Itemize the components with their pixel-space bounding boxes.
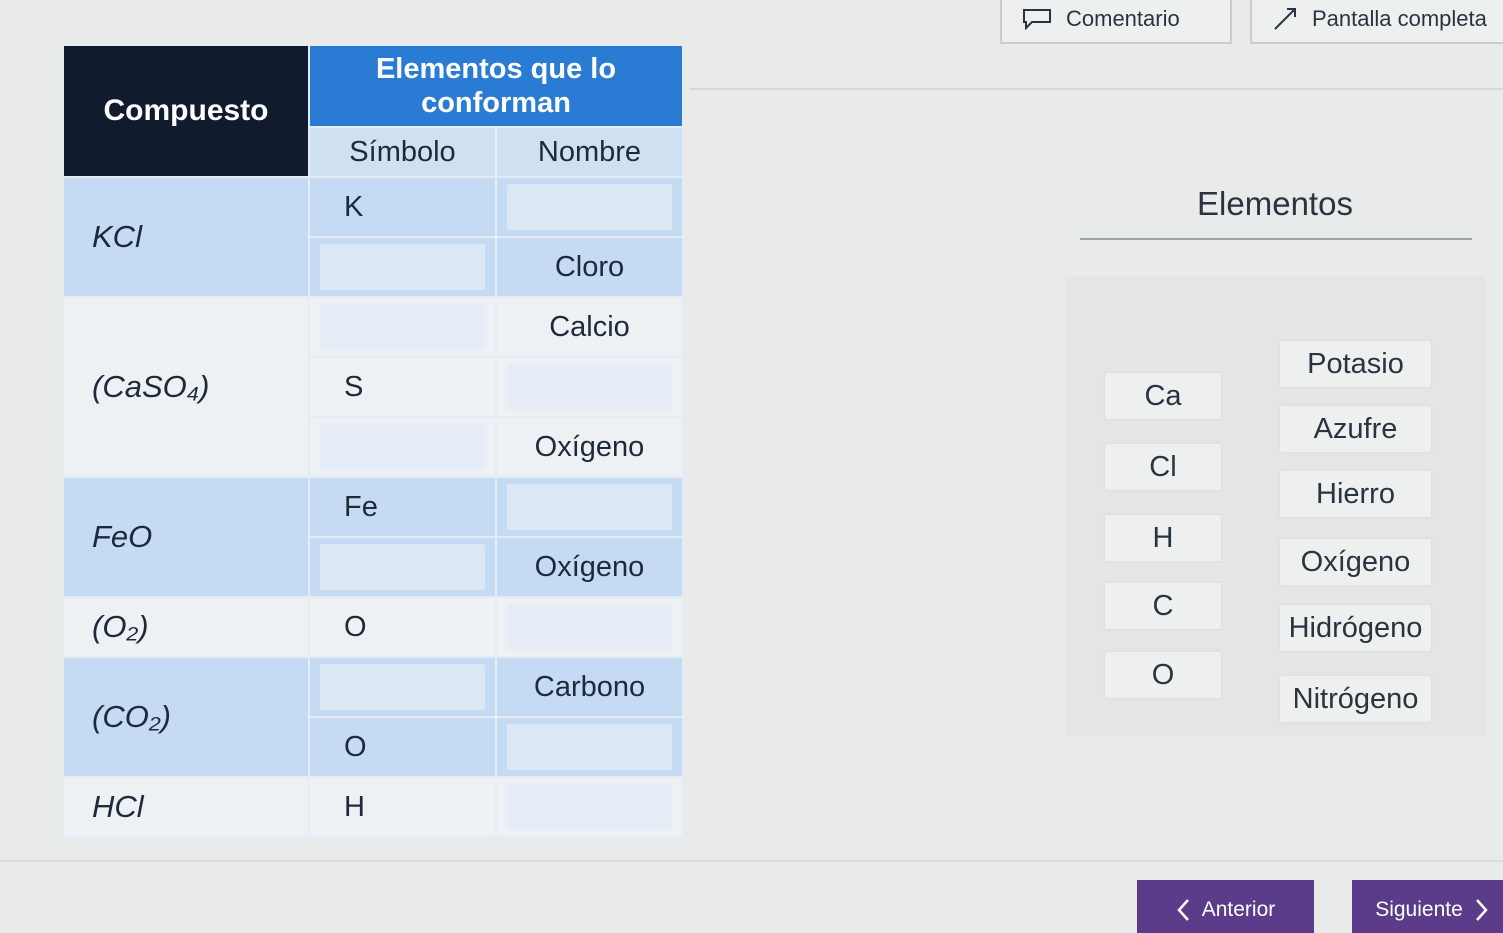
symbol-cell: O: [308, 596, 497, 658]
chevron-right-icon: [1475, 898, 1489, 922]
previous-label: Anterior: [1201, 898, 1276, 921]
chip-name-nitrogeno[interactable]: Nitrógeno: [1278, 674, 1433, 724]
name-cell: Oxígeno: [495, 416, 684, 478]
chip-symbol-h[interactable]: H: [1103, 513, 1223, 563]
name-cell: Oxígeno: [495, 536, 684, 598]
header-name: Nombre: [495, 126, 684, 178]
chip-name-hidrogeno[interactable]: Hidrógeno: [1278, 603, 1433, 653]
name-cell: Calcio: [495, 296, 684, 358]
fullscreen-button[interactable]: Pantalla completa: [1250, 0, 1503, 44]
next-button[interactable]: Siguiente: [1352, 880, 1503, 933]
next-label: Siguiente: [1375, 898, 1463, 921]
expand-icon: [1272, 6, 1298, 32]
chip-symbol-ca[interactable]: Ca: [1103, 371, 1223, 421]
table-row: (CO₂) Carbono: [62, 656, 684, 778]
table-row: KCl K: [62, 176, 684, 298]
comment-label: Comentario: [1066, 6, 1180, 31]
previous-button[interactable]: Anterior: [1137, 880, 1314, 933]
name-cell: Carbono: [495, 656, 684, 718]
compound-cell: FeO: [62, 476, 310, 598]
compound-cell: (O₂): [62, 596, 310, 658]
name-drop-slot[interactable]: [495, 176, 684, 238]
comment-icon: [1022, 8, 1052, 30]
chevron-left-icon: [1176, 898, 1190, 922]
name-drop-slot[interactable]: [495, 596, 684, 658]
compound-cell: KCl: [62, 176, 310, 298]
header-symbol: Símbolo: [308, 126, 497, 178]
table-row: HCl H: [62, 776, 684, 838]
header-compound: Compuesto: [62, 44, 310, 178]
compound-cell: (CO₂): [62, 656, 310, 778]
comment-button[interactable]: Comentario: [1000, 0, 1232, 44]
name-drop-slot[interactable]: [495, 356, 684, 418]
chip-symbol-cl[interactable]: Cl: [1103, 442, 1223, 492]
fullscreen-label: Pantalla completa: [1312, 6, 1487, 31]
top-toolbar: Comentario Pantalla completa: [0, 0, 1503, 46]
chip-symbol-o[interactable]: O: [1103, 650, 1223, 700]
top-divider: [690, 88, 1503, 90]
chip-name-oxigeno[interactable]: Oxígeno: [1278, 537, 1433, 587]
chip-name-potasio[interactable]: Potasio: [1278, 339, 1433, 389]
symbol-cell: S: [308, 356, 497, 418]
bottom-divider: [0, 860, 1503, 862]
compound-cell: (CaSO₄): [62, 296, 310, 478]
chip-name-azufre[interactable]: Azufre: [1278, 404, 1433, 454]
symbol-drop-slot[interactable]: [308, 656, 497, 718]
elements-title: Elementos: [1197, 185, 1353, 222]
symbol-drop-slot[interactable]: [308, 536, 497, 598]
elements-bank: Ca Cl H C O Potasio Azufre Hierro Oxígen…: [1065, 276, 1485, 736]
symbol-drop-slot[interactable]: [308, 416, 497, 478]
name-drop-slot[interactable]: [495, 776, 684, 838]
name-drop-slot[interactable]: [495, 476, 684, 538]
name-drop-slot[interactable]: [495, 716, 684, 778]
symbol-cell: Fe: [308, 476, 497, 538]
symbol-cell: H: [308, 776, 497, 838]
compound-cell: HCl: [62, 776, 310, 838]
symbol-drop-slot[interactable]: [308, 296, 497, 358]
header-elements: Elementos que lo conforman: [308, 44, 684, 128]
elements-title-underline: [1080, 238, 1472, 240]
table-row: FeO Fe: [62, 476, 684, 598]
table-row: (CaSO₄) Calcio: [62, 296, 684, 478]
compound-table: Compuesto Elementos que lo conforman Sím…: [62, 44, 684, 838]
chip-symbol-c[interactable]: C: [1103, 581, 1223, 631]
symbol-cell: O: [308, 716, 497, 778]
name-cell: Cloro: [495, 236, 684, 298]
table-row: (O₂) O: [62, 596, 684, 658]
symbol-cell: K: [308, 176, 497, 238]
symbol-drop-slot[interactable]: [308, 236, 497, 298]
chip-name-hierro[interactable]: Hierro: [1278, 469, 1433, 519]
